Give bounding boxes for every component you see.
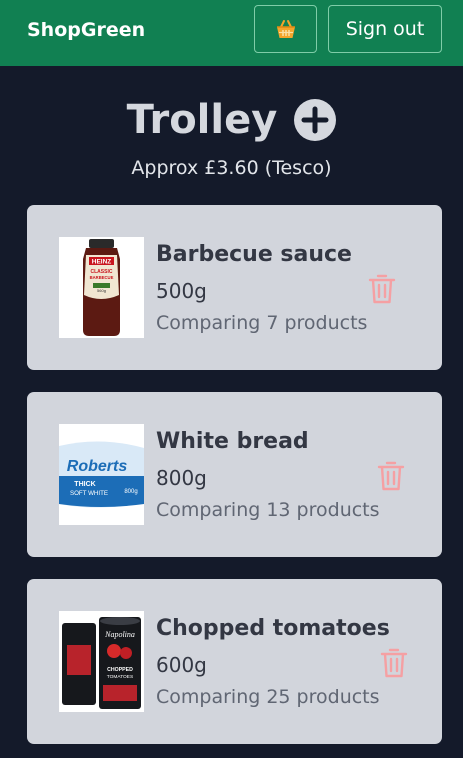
item-size: 500g <box>156 279 207 303</box>
product-image: Roberts THICK SOFT WHITE 800g <box>59 424 144 525</box>
item-name: Chopped tomatoes <box>156 616 390 641</box>
product-image: HEINZ CLASSIC BARBECUE 560g <box>59 237 144 338</box>
page-heading: Trolley <box>0 97 463 143</box>
item-size: 600g <box>156 653 207 677</box>
brand-logo[interactable]: ShopGreen <box>27 19 145 41</box>
trash-icon[interactable] <box>380 647 408 679</box>
sign-out-button[interactable]: Sign out <box>328 5 442 53</box>
image-label: 800g <box>124 489 137 495</box>
image-label: 560g <box>97 288 106 293</box>
item-compare-count: Comparing 13 products <box>156 499 380 521</box>
image-label: BARBECUE <box>90 275 114 280</box>
item-name: Barbecue sauce <box>156 242 352 267</box>
item-name: White bread <box>156 429 309 454</box>
image-label: HEINZ <box>92 259 112 266</box>
image-label: THICK <box>74 481 95 488</box>
item-compare-count: Comparing 7 products <box>156 312 368 334</box>
trash-icon[interactable] <box>368 273 396 305</box>
basket-icon <box>276 20 295 38</box>
approx-total: Approx £3.60 (Tesco) <box>131 157 332 179</box>
image-label: Napolina <box>104 630 135 639</box>
plus-circle-icon[interactable] <box>294 99 337 141</box>
page-title: Trolley <box>126 97 278 143</box>
top-navbar: ShopGreen Sign out <box>0 0 463 66</box>
image-label: TOMATOES <box>107 674 133 680</box>
item-compare-count: Comparing 25 products <box>156 686 380 708</box>
image-label: SOFT WHITE <box>70 490 108 497</box>
image-label: CHOPPED <box>107 667 133 673</box>
trolley-item-card[interactable]: Roberts THICK SOFT WHITE 800g White brea… <box>27 392 442 557</box>
item-size: 800g <box>156 466 207 490</box>
trash-icon[interactable] <box>377 460 405 492</box>
trolley-item-card[interactable]: HEINZ CLASSIC BARBECUE 560g Barbecue sau… <box>27 205 442 370</box>
trolley-item-card[interactable]: Napolina CHOPPED TOMATOES Chopped tomato… <box>27 579 442 744</box>
image-label: Roberts <box>67 458 128 475</box>
basket-button[interactable] <box>254 5 317 53</box>
product-image: Napolina CHOPPED TOMATOES <box>59 611 144 712</box>
